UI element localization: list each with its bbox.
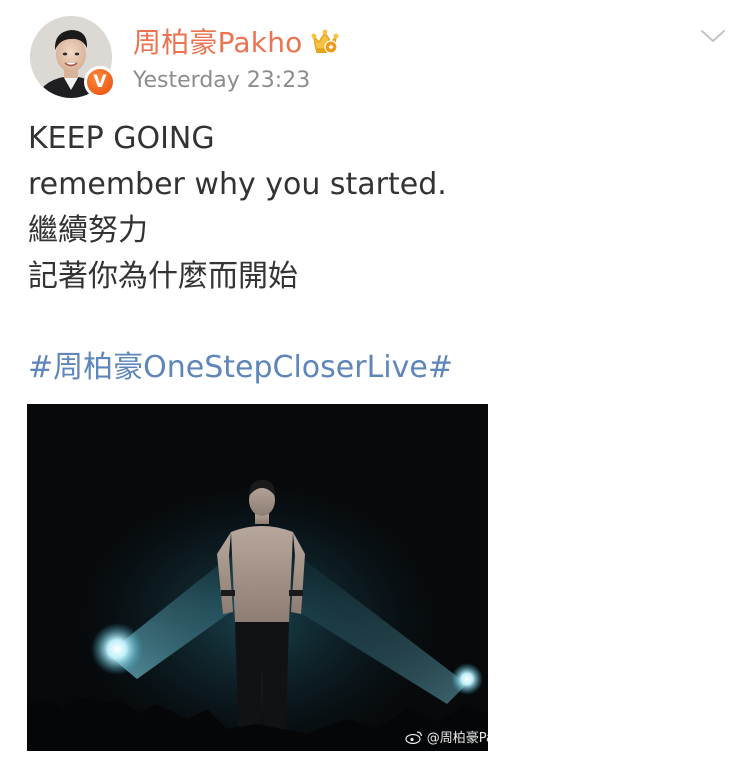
weibo-post: V 周柏豪Pakho Yesterday 23:23 KEEP GOING re… (0, 0, 750, 765)
verified-badge-icon: V (84, 66, 116, 98)
image-watermark: @周柏豪Pa (405, 727, 488, 746)
watermark-text: @周柏豪Pa (426, 731, 488, 746)
concert-photo (27, 404, 488, 751)
post-text-line: 繼續努力 (28, 213, 148, 248)
hashtag-link[interactable]: #周柏豪OneStepCloserLive# (28, 345, 453, 391)
post-text: KEEP GOING remember why you started. 繼續努… (28, 116, 728, 300)
post-timestamp: Yesterday 23:23 (133, 68, 311, 93)
author-name-row: 周柏豪Pakho (133, 21, 340, 61)
post-text-line: remember why you started. (28, 167, 447, 202)
chevron-down-icon[interactable] (700, 26, 726, 46)
author-avatar[interactable]: V (30, 16, 116, 98)
crown-icon (312, 29, 339, 54)
author-name[interactable]: 周柏豪Pakho (133, 21, 302, 61)
weibo-logo-icon (405, 730, 422, 744)
post-text-line: KEEP GOING (28, 121, 215, 156)
post-image[interactable]: @周柏豪Pa (27, 404, 488, 751)
post-text-line: 記著你為什麼而開始 (28, 259, 298, 294)
